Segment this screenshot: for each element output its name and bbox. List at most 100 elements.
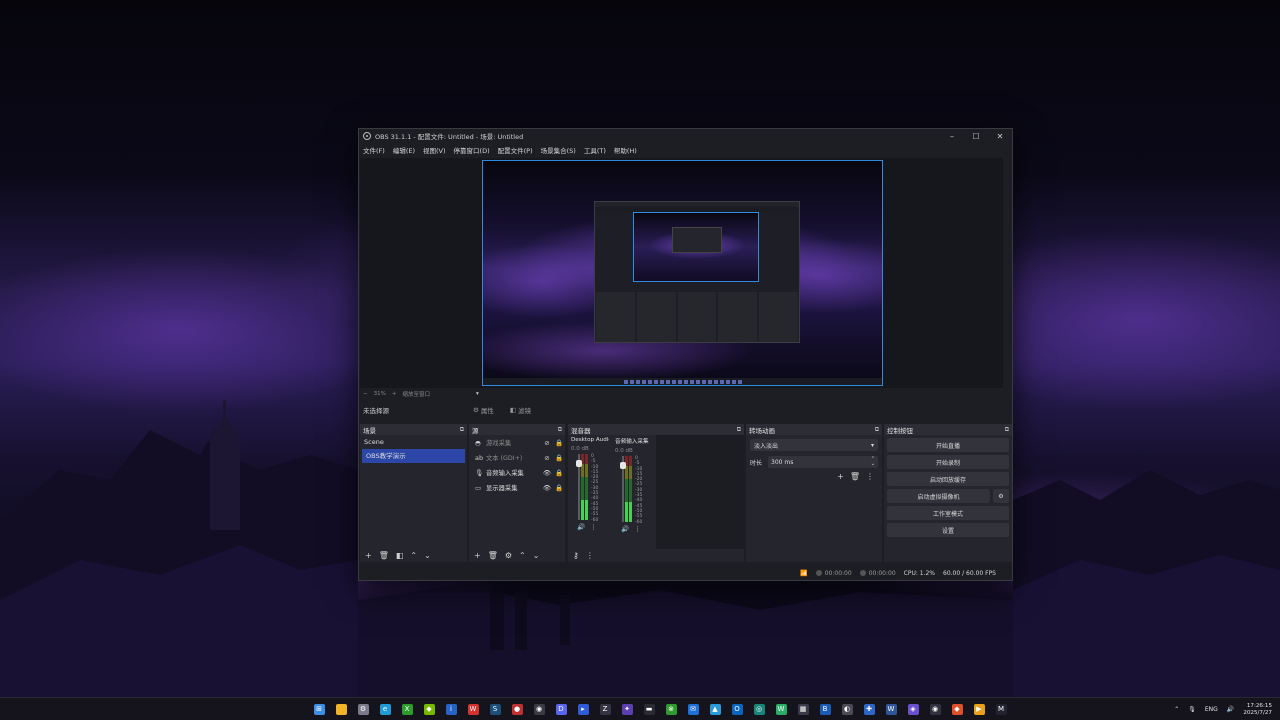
menu-edit[interactable]: 编辑(E)	[393, 145, 415, 155]
virtual-camera-settings-button[interactable]: ⚙	[993, 489, 1009, 503]
app-icon-blue2[interactable]: ✚	[860, 701, 878, 718]
menu-profile[interactable]: 配置文件(P)	[498, 145, 533, 155]
source-item-game-capture[interactable]: ◓ 游戏采集 ⊘ 🔒	[469, 435, 565, 450]
app-icon-dark[interactable]: ▬	[640, 701, 658, 718]
app-icon-teal[interactable]: ◎	[750, 701, 768, 718]
app-icon-yellow[interactable]: ▶	[970, 701, 988, 718]
outlook-icon[interactable]: O	[728, 701, 746, 718]
remove-source-icon[interactable]: 🗑	[488, 551, 498, 560]
fader-knob[interactable]	[576, 460, 582, 467]
mail-icon[interactable]: ✉	[684, 701, 702, 718]
lock-icon[interactable]: 🔒	[553, 439, 565, 447]
zoom-out-button[interactable]: −	[363, 391, 368, 397]
start-icon[interactable]: ⊞	[310, 701, 328, 718]
calculator-icon[interactable]: ▦	[794, 701, 812, 718]
menu-scene-collection[interactable]: 场景集合(S)	[541, 145, 576, 155]
volume-icon[interactable]: 🔊	[1227, 706, 1234, 713]
volume-fader[interactable]	[576, 454, 582, 520]
more-options-icon[interactable]: ⋮	[634, 525, 641, 533]
start-virtual-camera-button[interactable]: 启动虚拟摄像机	[887, 489, 990, 503]
move-up-icon[interactable]: ⌃	[410, 551, 417, 560]
lock-icon[interactable]: 🔒	[553, 469, 565, 477]
title-bar[interactable]: OBS 31.1.1 - 配置文件: Untitled - 场景: Untitl…	[359, 129, 1012, 143]
filters-button[interactable]: ◧ 滤镜	[510, 405, 531, 415]
weibo-icon[interactable]: W	[464, 701, 482, 718]
scene-filter-icon[interactable]: ◧	[396, 551, 404, 560]
steam-icon[interactable]: S	[486, 701, 504, 718]
advanced-audio-icon[interactable]: ⚷	[573, 551, 579, 560]
source-item-text[interactable]: ab 文本 (GDI+) ⊘ 🔒	[469, 450, 565, 465]
eye-icon[interactable]: 👁	[541, 469, 553, 477]
zoom-dropdown-icon[interactable]: ▾	[476, 391, 479, 397]
obs-icon[interactable]: ◉	[530, 701, 548, 718]
tray-chevron-icon[interactable]: ⌃	[1174, 706, 1179, 713]
photos-icon[interactable]: ▲	[706, 701, 724, 718]
undock-icon[interactable]: ⧉	[737, 426, 741, 434]
zoom-in-button[interactable]: +	[392, 391, 397, 397]
app-icon-m[interactable]: M	[992, 701, 1010, 718]
language-indicator[interactable]: ENG	[1205, 706, 1218, 713]
wechat-icon[interactable]: W	[772, 701, 790, 718]
spinner-icon[interactable]: ⌃ ⌄	[871, 457, 875, 467]
obs-taskbar-icon[interactable]: ◉	[926, 701, 944, 718]
minimize-button[interactable]: –	[940, 132, 964, 141]
eye-hidden-icon[interactable]: ⊘	[541, 454, 553, 462]
maximize-button[interactable]: ☐	[964, 132, 988, 141]
more-options-icon[interactable]: ⋮	[590, 523, 597, 531]
app-icon-orange[interactable]: ◆	[948, 701, 966, 718]
nvidia-icon[interactable]: ◆	[420, 701, 438, 718]
menu-tools[interactable]: 工具(T)	[584, 145, 606, 155]
menu-file[interactable]: 文件(F)	[363, 145, 385, 155]
xbox-icon[interactable]: X	[398, 701, 416, 718]
source-settings-icon[interactable]: ⚙	[505, 551, 512, 560]
discord-icon[interactable]: D	[552, 701, 570, 718]
scene-item-obs-demo[interactable]: OBS教学演示	[362, 449, 465, 463]
add-source-icon[interactable]: +	[474, 551, 481, 560]
zlibrary-icon[interactable]: Z	[596, 701, 614, 718]
undock-icon[interactable]: ⧉	[558, 426, 562, 434]
xbox-app-icon[interactable]: ⊗	[662, 701, 680, 718]
app-icon-purple[interactable]: ✦	[618, 701, 636, 718]
remove-scene-icon[interactable]: 🗑	[379, 551, 389, 560]
transition-menu-icon[interactable]: ⋮	[866, 472, 874, 481]
fader-knob[interactable]	[620, 462, 626, 469]
scene-item-scene[interactable]: Scene	[360, 435, 467, 449]
start-recording-button[interactable]: 开始录制	[887, 455, 1009, 469]
app-icon-blue[interactable]: ▸	[574, 701, 592, 718]
volume-fader[interactable]	[620, 456, 626, 522]
lock-icon[interactable]: 🔒	[553, 454, 565, 462]
move-down-icon[interactable]: ⌄	[533, 551, 540, 560]
source-item-display-capture[interactable]: ▭ 显示器采集 👁 🔒	[469, 480, 565, 495]
eye-hidden-icon[interactable]: ⊘	[541, 439, 553, 447]
close-button[interactable]: ✕	[988, 132, 1012, 141]
menu-view[interactable]: 视图(V)	[423, 145, 446, 155]
undock-icon[interactable]: ⧉	[875, 426, 879, 434]
transition-type-select[interactable]: 淡入淡出 ▾	[750, 439, 878, 451]
move-up-icon[interactable]: ⌃	[519, 551, 526, 560]
word-icon[interactable]: W	[882, 701, 900, 718]
lock-icon[interactable]: 🔒	[553, 484, 565, 492]
start-replay-buffer-button[interactable]: 启动回放缓存	[887, 472, 1009, 486]
undock-icon[interactable]: ⧉	[1005, 426, 1009, 434]
start-streaming-button[interactable]: 开始直播	[887, 438, 1009, 452]
move-down-icon[interactable]: ⌄	[424, 551, 431, 560]
duration-input[interactable]: 300 ms ⌃ ⌄	[768, 456, 878, 468]
add-transition-icon[interactable]: +	[837, 472, 844, 481]
source-item-audio-input[interactable]: 🎙 音频输入采集 👁 🔒	[469, 465, 565, 480]
app-icon-gray[interactable]: ◐	[838, 701, 856, 718]
settings-icon[interactable]: ⚙	[354, 701, 372, 718]
bg-icon[interactable]: B	[816, 701, 834, 718]
preview-canvas[interactable]	[482, 160, 883, 386]
properties-button[interactable]: ⚙ 属性	[473, 405, 494, 415]
info-icon[interactable]: i	[442, 701, 460, 718]
mixer-menu-icon[interactable]: ⋮	[586, 551, 594, 560]
menu-help[interactable]: 帮助(H)	[614, 145, 637, 155]
speaker-icon[interactable]: 🔊	[621, 525, 629, 533]
speaker-icon[interactable]: 🔊	[577, 523, 585, 531]
menu-docks[interactable]: 停靠窗口(D)	[454, 145, 490, 155]
file-explorer-icon[interactable]	[332, 701, 350, 718]
clock[interactable]: 17:26:15 2025/7/27	[1243, 703, 1272, 717]
add-scene-icon[interactable]: +	[365, 551, 372, 560]
app-icon-violet[interactable]: ◈	[904, 701, 922, 718]
undock-icon[interactable]: ⧉	[460, 426, 464, 434]
